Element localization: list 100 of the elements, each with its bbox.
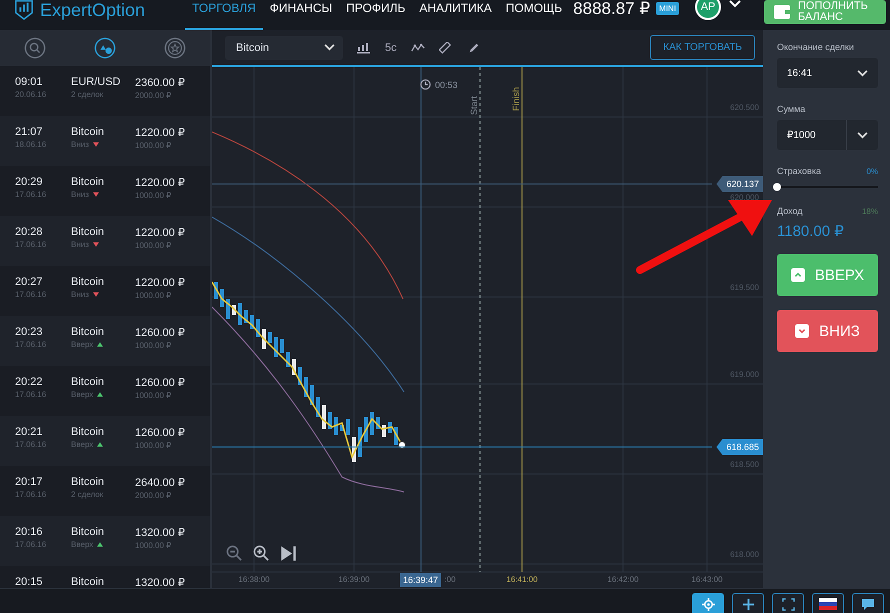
- time-axis-label: 16:39:00: [337, 575, 371, 584]
- trade-asset: Bitcoin: [71, 576, 106, 588]
- trade-amount: 1000.00 ₽: [135, 291, 172, 300]
- balance: 8888.87 ₽: [573, 0, 650, 18]
- nav-tab[interactable]: ПОМОЩЬ: [498, 0, 570, 30]
- price-axis-label: 620.500: [730, 103, 759, 112]
- chevron-up-icon: [790, 268, 805, 282]
- timeframe-button[interactable]: 5с: [385, 42, 397, 54]
- zoom-in-icon[interactable]: [253, 545, 270, 562]
- trade-date: 17.06.16: [15, 490, 48, 499]
- trade-payout: 1260.00 ₽: [135, 326, 185, 339]
- plus-button[interactable]: [732, 593, 764, 613]
- time-axis-label: 16:41:00: [505, 575, 539, 584]
- trade-date: 20.06.16: [15, 90, 48, 99]
- trade-amount: 1000.00 ₽: [135, 241, 172, 250]
- trade-asset: Bitcoin: [71, 176, 106, 188]
- trade-payout: 1320.00 ₽: [135, 526, 185, 539]
- up-triangle-icon: [97, 442, 104, 447]
- price-axis-label: 619.500: [730, 283, 759, 292]
- field-label: Доход: [777, 206, 803, 216]
- amount-field[interactable]: ₽1000: [777, 120, 878, 150]
- flag-button[interactable]: [812, 593, 844, 613]
- countdown-timer: 00:53: [435, 80, 458, 90]
- clock-icon: [420, 79, 431, 90]
- trade-amount: 1000.00 ₽: [135, 191, 172, 200]
- chat-button[interactable]: [852, 593, 884, 613]
- trade-direction: 2 сделок: [71, 90, 104, 99]
- up-triangle-icon: [97, 542, 104, 547]
- trade-direction: Вниз: [71, 290, 89, 299]
- trade-direction: Вниз: [71, 240, 89, 249]
- time-axis-label: 16:38:00: [237, 575, 271, 584]
- trade-asset: Bitcoin: [71, 326, 106, 338]
- trade-asset: Bitcoin: [71, 426, 106, 438]
- logo-text: ExpertOption: [40, 0, 146, 20]
- insurance-percent: 0%: [866, 167, 878, 176]
- up-triangle-icon: [97, 392, 104, 397]
- line-indicator-icon[interactable]: [410, 42, 425, 54]
- trade-payout: 1220.00 ₽: [135, 126, 185, 139]
- price-marker: 620.137: [716, 176, 763, 192]
- expiry-select[interactable]: 16:41: [777, 58, 878, 88]
- star-tab[interactable]: [164, 37, 186, 59]
- trade-amount: 1000.00 ₽: [135, 141, 172, 150]
- trade-direction: Вверх: [71, 390, 94, 399]
- chevron-down-icon: [857, 132, 868, 138]
- trade-time: 09:01: [15, 76, 44, 88]
- chat-icon: [861, 597, 875, 611]
- trade-date: 18.06.16: [15, 140, 48, 149]
- chevron-down-icon[interactable]: [729, 0, 742, 8]
- trade-time: 21:07: [15, 126, 44, 138]
- price-marker: 618.685: [716, 439, 763, 455]
- zoom-out-icon[interactable]: [226, 545, 243, 562]
- search-tab[interactable]: [24, 37, 46, 59]
- trade-payout: 1260.00 ₽: [135, 376, 185, 389]
- trade-date: 17.06.16: [15, 190, 48, 199]
- trade-direction: Вниз: [71, 140, 89, 149]
- nav-tab[interactable]: ПРОФИЛЬ: [339, 0, 412, 30]
- skip-to-end-icon[interactable]: [280, 545, 297, 562]
- field-label: Окончание сделки: [777, 42, 855, 52]
- trade-payout: 1260.00 ₽: [135, 426, 185, 439]
- history-tab[interactable]: [94, 37, 116, 59]
- trade-amount: 1000.00 ₽: [135, 341, 172, 350]
- trade-payout: 2360.00 ₽: [135, 76, 185, 89]
- trade-asset: Bitcoin: [71, 526, 106, 538]
- chevron-down-icon: [857, 70, 868, 76]
- price-axis-label: 620.000: [730, 193, 759, 202]
- pencil-icon[interactable]: [466, 42, 481, 54]
- trade-date: 17.06.16: [15, 390, 48, 399]
- ruler-icon[interactable]: [438, 42, 453, 54]
- income-amount: 1180.00 ₽: [777, 222, 845, 240]
- trade-time: 20:22: [15, 376, 44, 388]
- trade-time: 20:29: [15, 176, 44, 188]
- start-label: Start: [469, 96, 479, 115]
- plus-icon: [742, 598, 754, 610]
- income-percent: 18%: [862, 207, 878, 216]
- fullscreen-icon: [782, 598, 794, 610]
- down-triangle-icon: [92, 292, 99, 297]
- trade-amount: 2000.00 ₽: [135, 491, 172, 500]
- account-badge: MINI: [656, 2, 680, 15]
- trade-date: 17.06.16: [15, 240, 48, 249]
- trade-direction: Вверх: [71, 440, 94, 449]
- trade-direction: Вверх: [71, 540, 94, 549]
- how-to-trade-button[interactable]: КАК ТОРГОВАТЬ: [650, 35, 755, 60]
- trade-amount: 1000.00 ₽: [135, 391, 172, 400]
- trade-direction: Вверх: [71, 340, 94, 349]
- fullscreen-button[interactable]: [772, 593, 804, 613]
- trade-payout: 1220.00 ₽: [135, 176, 185, 189]
- nav-tab[interactable]: АНАЛИТИКА: [412, 0, 499, 30]
- trade-payout: 1320.00 ₽: [135, 576, 185, 588]
- chevron-down-icon: [324, 44, 335, 51]
- target-button[interactable]: [692, 593, 724, 613]
- flag-icon: [819, 598, 837, 610]
- trade-date: 17.06.16: [15, 540, 48, 549]
- down-triangle-icon: [92, 192, 99, 197]
- nav-tab[interactable]: ФИНАНСЫ: [262, 0, 340, 30]
- trade-amount: 1000.00 ₽: [135, 541, 172, 550]
- trade-payout: 2640.00 ₽: [135, 476, 185, 489]
- trade-payout: 1220.00 ₽: [135, 226, 185, 239]
- asset-select[interactable]: Bitcoin: [225, 36, 343, 60]
- bar-chart-icon[interactable]: [357, 42, 371, 54]
- down-button[interactable]: ВНИЗ: [777, 310, 878, 352]
